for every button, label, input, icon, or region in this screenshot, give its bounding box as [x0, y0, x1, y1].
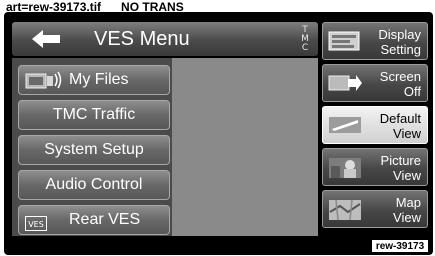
music-files-icon	[25, 70, 63, 100]
menu-item-rear-ves[interactable]: VES Rear VES	[18, 205, 170, 235]
default-view-button[interactable]: Default View	[322, 106, 428, 144]
nav-screen: VES Menu T M C My Files TMC Traffic Syst…	[4, 12, 433, 255]
menu-item-label: Rear VES	[69, 211, 141, 228]
map-view-icon	[328, 198, 362, 225]
menu-item-tmc-traffic[interactable]: TMC Traffic	[18, 100, 170, 130]
menu-item-my-files[interactable]: My Files	[18, 65, 170, 95]
screen-off-button[interactable]: Screen Off	[322, 64, 428, 102]
picture-view-button[interactable]: Picture View	[322, 148, 428, 186]
button-label: Picture View	[380, 153, 421, 183]
menu-item-audio-control[interactable]: Audio Control	[18, 170, 170, 200]
reference-number: rew-39173	[371, 239, 429, 253]
picture-view-icon	[328, 156, 362, 183]
map-view-button[interactable]: Map View	[322, 190, 428, 228]
menu-item-label: TMC Traffic	[52, 106, 136, 123]
button-label: Default View	[379, 111, 421, 141]
back-arrow-icon	[32, 30, 60, 48]
back-button[interactable]	[24, 26, 70, 52]
menu-area: My Files TMC Traffic System Setup Audio …	[12, 58, 318, 236]
display-setting-icon	[328, 30, 362, 55]
menu-item-label: Audio Control	[45, 176, 143, 193]
svg-text:VES: VES	[28, 220, 44, 229]
tmc-indicator: T M C	[301, 25, 309, 53]
screen-off-icon	[328, 72, 362, 97]
button-label: Screen Off	[379, 69, 421, 99]
menu-item-label: System Setup	[44, 141, 144, 158]
header-bar: VES Menu T M C	[12, 22, 318, 56]
button-label: Map View	[393, 195, 421, 225]
ves-icon: VES	[25, 213, 47, 241]
button-label: Display Setting	[378, 27, 421, 57]
menu-item-label: My Files	[69, 71, 129, 88]
display-setting-button[interactable]: Display Setting	[322, 22, 428, 60]
content-panel	[172, 58, 318, 236]
menu-item-system-setup[interactable]: System Setup	[18, 135, 170, 165]
default-view-icon	[328, 114, 362, 139]
page-title: VES Menu	[94, 28, 190, 50]
